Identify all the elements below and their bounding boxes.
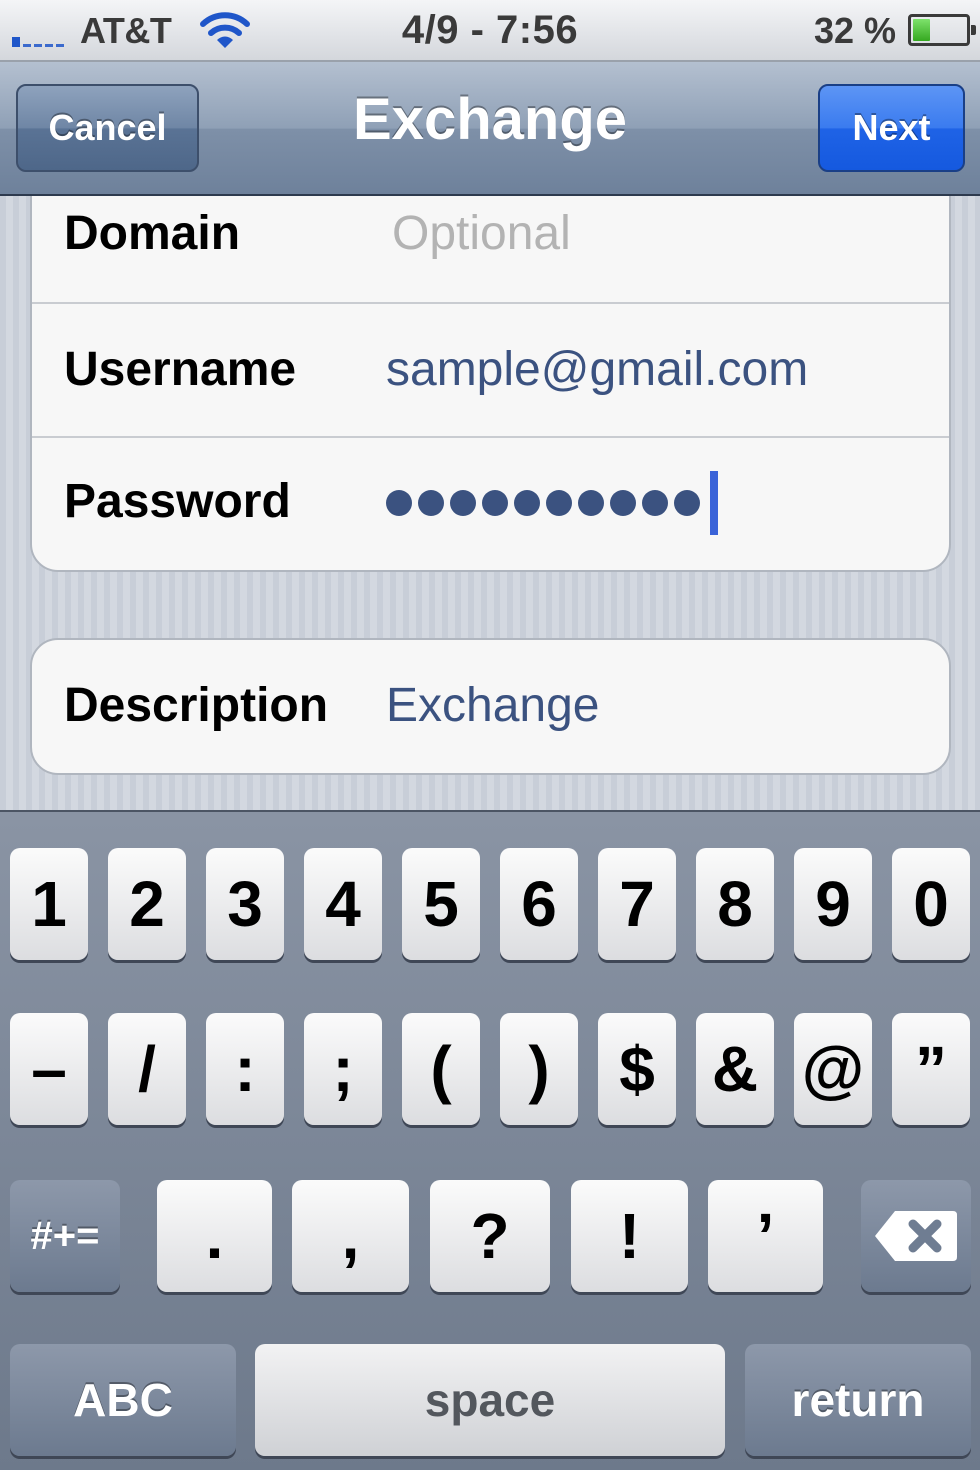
key-seven[interactable]: 7	[598, 848, 676, 960]
password-dot	[482, 490, 508, 516]
key-period[interactable]: .	[157, 1180, 272, 1292]
key-return[interactable]: return	[745, 1344, 971, 1456]
credentials-group: Domain Optional Username sample@gmail.co…	[30, 196, 951, 572]
password-dot	[578, 490, 604, 516]
status-bar: AT&T 4/9 - 7:56 32 %	[0, 0, 980, 62]
password-dot	[514, 490, 540, 516]
username-label: Username	[64, 343, 297, 396]
key-slash[interactable]: /	[108, 1013, 186, 1125]
key-three[interactable]: 3	[206, 848, 284, 960]
username-field[interactable]: sample@gmail.com	[386, 342, 808, 397]
key-one[interactable]: 1	[10, 848, 88, 960]
battery-icon	[908, 14, 976, 46]
key-symbols-toggle[interactable]: #+=	[10, 1180, 120, 1292]
key-ampersand[interactable]: &	[696, 1013, 774, 1125]
key-exclamation[interactable]: !	[571, 1180, 688, 1292]
domain-field[interactable]: Optional	[392, 206, 571, 261]
key-eight[interactable]: 8	[696, 848, 774, 960]
password-dot	[674, 490, 700, 516]
password-dot	[642, 490, 668, 516]
nav-bar: Cancel Exchange Next	[0, 62, 980, 196]
key-delete[interactable]	[861, 1180, 971, 1292]
domain-label: Domain	[64, 207, 241, 260]
description-group: Description Exchange	[30, 638, 951, 775]
description-field[interactable]: Exchange	[386, 678, 600, 733]
password-dot	[418, 490, 444, 516]
delete-icon	[875, 1211, 957, 1261]
description-row[interactable]: Description Exchange	[32, 640, 949, 773]
text-cursor	[710, 471, 718, 535]
key-abc[interactable]: ABC	[10, 1344, 236, 1456]
key-comma[interactable]: ,	[292, 1180, 409, 1292]
password-label: Password	[64, 475, 291, 528]
key-open-paren[interactable]: (	[402, 1013, 480, 1125]
key-dash[interactable]: –	[10, 1013, 88, 1125]
key-six[interactable]: 6	[500, 848, 578, 960]
key-zero[interactable]: 0	[892, 848, 970, 960]
key-dollar[interactable]: $	[598, 1013, 676, 1125]
password-dot	[450, 490, 476, 516]
next-button[interactable]: Next	[818, 84, 965, 172]
password-field[interactable]	[386, 470, 718, 536]
password-row[interactable]: Password	[32, 438, 949, 572]
password-dot	[546, 490, 572, 516]
key-semicolon[interactable]: ;	[304, 1013, 382, 1125]
keyboard: #+= . , ? ! ’ ABC space return 123456789…	[0, 810, 980, 1470]
form-area: Domain Optional Username sample@gmail.co…	[0, 196, 980, 810]
password-dot	[386, 490, 412, 516]
username-row[interactable]: Username sample@gmail.com	[32, 304, 949, 438]
key-space[interactable]: space	[255, 1344, 725, 1456]
key-close-paren[interactable]: )	[500, 1013, 578, 1125]
key-colon[interactable]: :	[206, 1013, 284, 1125]
password-dot	[610, 490, 636, 516]
key-two[interactable]: 2	[108, 848, 186, 960]
key-four[interactable]: 4	[304, 848, 382, 960]
key-nine[interactable]: 9	[794, 848, 872, 960]
battery-percent: 32 %	[813, 10, 896, 51]
battery-fill	[913, 19, 930, 41]
key-apostrophe[interactable]: ’	[708, 1180, 823, 1292]
key-question[interactable]: ?	[430, 1180, 550, 1292]
description-label: Description	[64, 679, 329, 732]
key-five[interactable]: 5	[402, 848, 480, 960]
domain-row[interactable]: Domain Optional	[32, 196, 949, 304]
key-at[interactable]: @	[794, 1013, 872, 1125]
key-quote[interactable]: ”	[892, 1013, 970, 1125]
